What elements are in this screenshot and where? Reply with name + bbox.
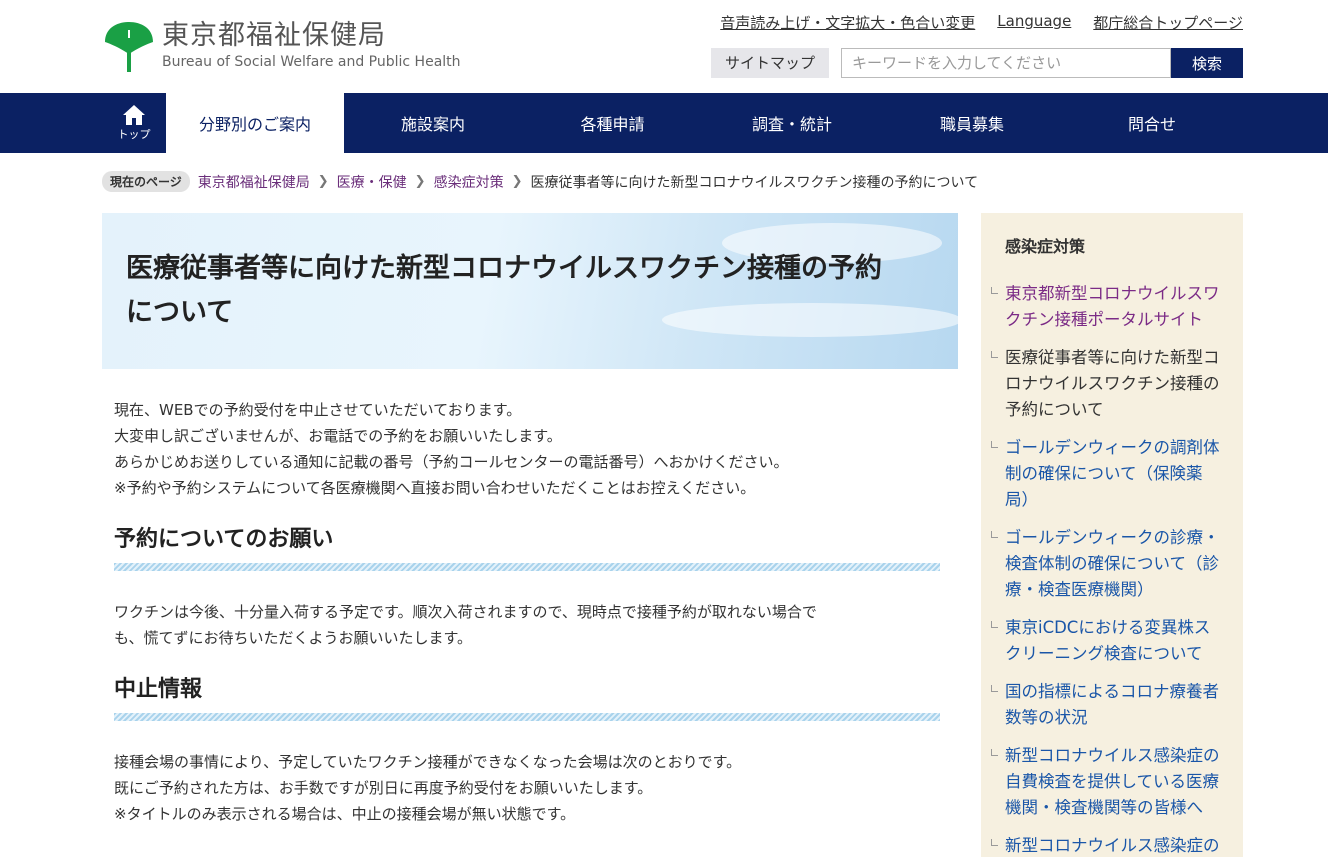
- sidebar-item-line: ロナウイルスワクチン接種の: [1005, 374, 1220, 393]
- nav-item-applications[interactable]: 各種申請: [522, 93, 703, 153]
- bullet-icon: [991, 531, 998, 538]
- global-nav: トップ 分野別のご案内 施設案内 各種申請 調査・統計 職員募集 問合せ: [0, 93, 1328, 153]
- nav-item-fields[interactable]: 分野別のご案内: [166, 93, 344, 153]
- sitemap-button[interactable]: サイトマップ: [710, 48, 829, 78]
- search-row: サイトマップ 検索: [710, 48, 1243, 78]
- section-cancellation-info: 中止情報 接種会場の事情により、予定していたワクチン接種ができなくなった会場は次…: [102, 677, 958, 827]
- sidebar-item-gw-clinics[interactable]: ゴールデンウィークの診療・ 検査体制の確保について（診 療・検査医療機関）: [991, 525, 1227, 603]
- nav-item-facilities[interactable]: 施設案内: [344, 93, 522, 153]
- sidebar-item-line: 制の確保について（保険薬: [1005, 464, 1203, 483]
- sidebar-item-icdc-variant[interactable]: 東京iCDCにおける変異株ス クリーニング検査について: [991, 615, 1227, 667]
- page-title-line1: 医療従事者等に向けた新型コロナウイルスワクチン接種の予約: [126, 253, 882, 284]
- logo-title-ja: 東京都福祉保健局: [162, 20, 386, 51]
- bullet-icon: [991, 441, 998, 448]
- sidebar-item-self-pay-testing[interactable]: 新型コロナウイルス感染症の 自費検査を提供している医療 機関・検査機関等の皆様へ: [991, 743, 1227, 821]
- nav-item-recruitment[interactable]: 職員募集: [881, 93, 1063, 153]
- search-input[interactable]: [841, 48, 1171, 78]
- section-heading: 中止情報: [114, 677, 203, 702]
- sidebar-item-line: 東京都新型コロナウイルスワ: [1005, 284, 1220, 303]
- logo-title-en: Bureau of Social Welfare and Public Heal…: [162, 54, 461, 70]
- site-logo[interactable]: 東京都福祉保健局 Bureau of Social Welfare and Pu…: [102, 20, 461, 74]
- main-content: 医療従事者等に向けた新型コロナウイルスワクチン接種の予約 について 現在、WEB…: [102, 213, 958, 827]
- sidebar-item-line: 予約について: [1005, 400, 1104, 419]
- nav-home[interactable]: トップ: [102, 93, 166, 153]
- search-button[interactable]: 検索: [1171, 48, 1243, 78]
- sidebar: 感染症対策 東京都新型コロナウイルスワ クチン接種ポータルサイト 医療従事者等に…: [981, 213, 1243, 857]
- bullet-icon: [991, 749, 998, 756]
- section-line: ※タイトルのみ表示される場合は、中止の接種会場が無い状態です。: [114, 805, 576, 823]
- bullet-icon: [991, 351, 998, 358]
- sidebar-title: 感染症対策: [1005, 237, 1086, 256]
- sidebar-item-line: 東京iCDCにおける変異株ス: [1005, 618, 1211, 637]
- sidebar-item-covid-more[interactable]: 新型コロナウイルス感染症の: [991, 833, 1227, 857]
- bullet-icon: [991, 621, 998, 628]
- section-line: 接種会場の事情により、予定していたワクチン接種ができなくなった会場は次のとおりで…: [114, 753, 742, 771]
- sidebar-item-line: クリーニング検査について: [1005, 644, 1203, 663]
- ginkgo-logo-icon: [105, 22, 153, 72]
- sidebar-item-vaccine-portal[interactable]: 東京都新型コロナウイルスワ クチン接種ポータルサイト: [991, 281, 1227, 333]
- section-line: 既にご予約された方は、お手数ですが別日に再度予約受付をお願いいたします。: [114, 779, 653, 797]
- bullet-icon: [991, 287, 998, 294]
- section-heading: 予約についてのお願い: [114, 527, 334, 552]
- sidebar-item-current-page: 医療従事者等に向けた新型コ ロナウイルスワクチン接種の 予約について: [991, 345, 1227, 423]
- section-reservation-request: 予約についてのお願い ワクチンは今後、十分量入荷する予定です。順次入荷されますの…: [102, 527, 958, 651]
- sidebar-item-line: ゴールデンウィークの診療・: [1005, 528, 1220, 547]
- sidebar-item-line: クチン接種ポータルサイト: [1005, 310, 1203, 329]
- chevron-right-icon: ❯: [511, 174, 523, 189]
- intro-line: 大変申し訳ございませんが、お電話での予約をお願いいたします。: [114, 427, 562, 445]
- breadcrumb-label: 現在のページ: [102, 171, 190, 192]
- intro-text: 現在、WEBでの予約受付を中止させていただいております。 大変申し訳ございません…: [102, 397, 958, 501]
- nav-home-label: トップ: [117, 128, 151, 141]
- intro-line: ※予約や予約システムについて各医療機関へ直接お問い合わせいただくことはお控えくだ…: [114, 479, 756, 497]
- utility-links: 音声読み上げ・文字拡大・色合い変更 Language 都庁総合トップページ: [720, 12, 1243, 33]
- sidebar-item-line: 国の指標によるコロナ療養者: [1005, 682, 1220, 701]
- intro-line: あらかじめお送りしている通知に記載の番号（予約コールセンターの電話番号）へおかけ…: [114, 453, 789, 471]
- page-title: 医療従事者等に向けた新型コロナウイルスワクチン接種の予約 について: [126, 247, 882, 335]
- sidebar-item-line: ゴールデンウィークの調剤体: [1005, 438, 1220, 457]
- home-icon: [123, 105, 145, 125]
- heading-underline: [114, 713, 940, 721]
- sidebar-item-line: 療・検査医療機関）: [1005, 580, 1154, 599]
- logo-text: 東京都福祉保健局 Bureau of Social Welfare and Pu…: [162, 20, 461, 71]
- metro-top-link[interactable]: 都庁総合トップページ: [1093, 12, 1243, 33]
- section-body: 接種会場の事情により、予定していたワクチン接種ができなくなった会場は次のとおりで…: [114, 749, 946, 827]
- chevron-right-icon: ❯: [317, 174, 329, 189]
- intro-line: 現在、WEBでの予約受付を中止させていただいております。: [114, 401, 522, 419]
- sidebar-item-line: 新型コロナウイルス感染症の: [1005, 746, 1220, 765]
- nav-item-statistics[interactable]: 調査・統計: [703, 93, 881, 153]
- breadcrumb-link-bureau[interactable]: 東京都福祉保健局: [198, 172, 310, 192]
- accessibility-link[interactable]: 音声読み上げ・文字拡大・色合い変更: [720, 12, 975, 33]
- sidebar-item-gw-pharmacy[interactable]: ゴールデンウィークの調剤体 制の確保について（保険薬 局）: [991, 435, 1227, 513]
- bullet-icon: [991, 839, 998, 846]
- sidebar-item-line: 医療従事者等に向けた新型コ: [1005, 348, 1220, 367]
- sidebar-item-line: 数等の状況: [1005, 708, 1088, 727]
- chevron-right-icon: ❯: [414, 174, 426, 189]
- breadcrumb: 現在のページ 東京都福祉保健局 ❯ 医療・保健 ❯ 感染症対策 ❯ 医療従事者等…: [102, 171, 978, 192]
- nav-item-contact[interactable]: 問合せ: [1063, 93, 1241, 153]
- breadcrumb-link-infection[interactable]: 感染症対策: [434, 172, 504, 192]
- breadcrumb-current: 医療従事者等に向けた新型コロナウイルスワクチン接種の予約について: [530, 174, 979, 191]
- breadcrumb-link-medical[interactable]: 医療・保健: [337, 172, 407, 192]
- sidebar-item-line: 検査体制の確保について（診: [1005, 554, 1220, 573]
- sidebar-item-line: 機関・検査機関等の皆様へ: [1005, 798, 1203, 817]
- page-title-banner: 医療従事者等に向けた新型コロナウイルスワクチン接種の予約 について: [102, 213, 958, 369]
- site-header: 東京都福祉保健局 Bureau of Social Welfare and Pu…: [0, 0, 1328, 93]
- section-line: も、慌てずにお待ちいただくようお願いいたします。: [114, 629, 473, 647]
- heading-underline: [114, 563, 940, 571]
- sidebar-item-line: 自費検査を提供している医療: [1005, 772, 1220, 791]
- section-body: ワクチンは今後、十分量入荷する予定です。順次入荷されますので、現時点で接種予約が…: [114, 599, 946, 651]
- section-line: ワクチンは今後、十分量入荷する予定です。順次入荷されますので、現時点で接種予約が…: [114, 603, 817, 621]
- language-link[interactable]: Language: [997, 12, 1071, 33]
- bullet-icon: [991, 685, 998, 692]
- sidebar-item-line: 局）: [1005, 490, 1038, 509]
- sidebar-item-national-indicators[interactable]: 国の指標によるコロナ療養者 数等の状況: [991, 679, 1227, 731]
- sidebar-item-line: 新型コロナウイルス感染症の: [1005, 836, 1220, 855]
- page-title-line2: について: [126, 297, 234, 328]
